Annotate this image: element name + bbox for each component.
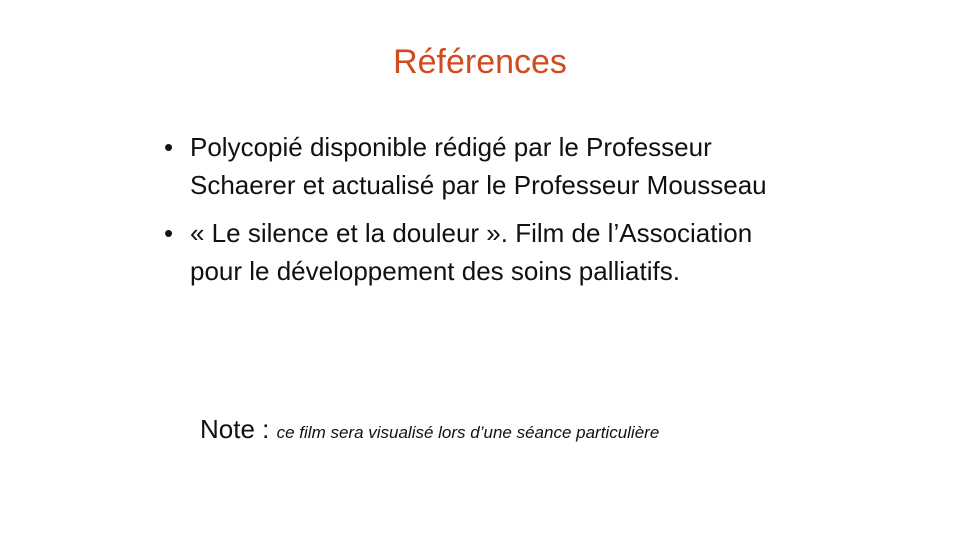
bullet-text: « Le silence et la douleur ». Film de l’… (190, 218, 753, 286)
slide: Références • Polycopié disponible rédigé… (0, 0, 960, 540)
bullet-item: • « Le silence et la douleur ». Film de … (160, 214, 780, 290)
bullet-text: Polycopié disponible rédigé par le Profe… (190, 132, 767, 200)
note-detail: ce film sera visualisé lors d’une séance… (276, 423, 660, 442)
bullet-list: • Polycopié disponible rédigé par le Pro… (160, 128, 780, 300)
note-label: Note : (200, 414, 270, 444)
slide-title: Références (393, 43, 567, 81)
bullet-marker: • (164, 132, 174, 162)
note: Note : ce film sera visualisé lors d’une… (200, 410, 659, 452)
bullet-marker: • (164, 218, 174, 248)
bullet-item: • Polycopié disponible rédigé par le Pro… (160, 128, 780, 204)
